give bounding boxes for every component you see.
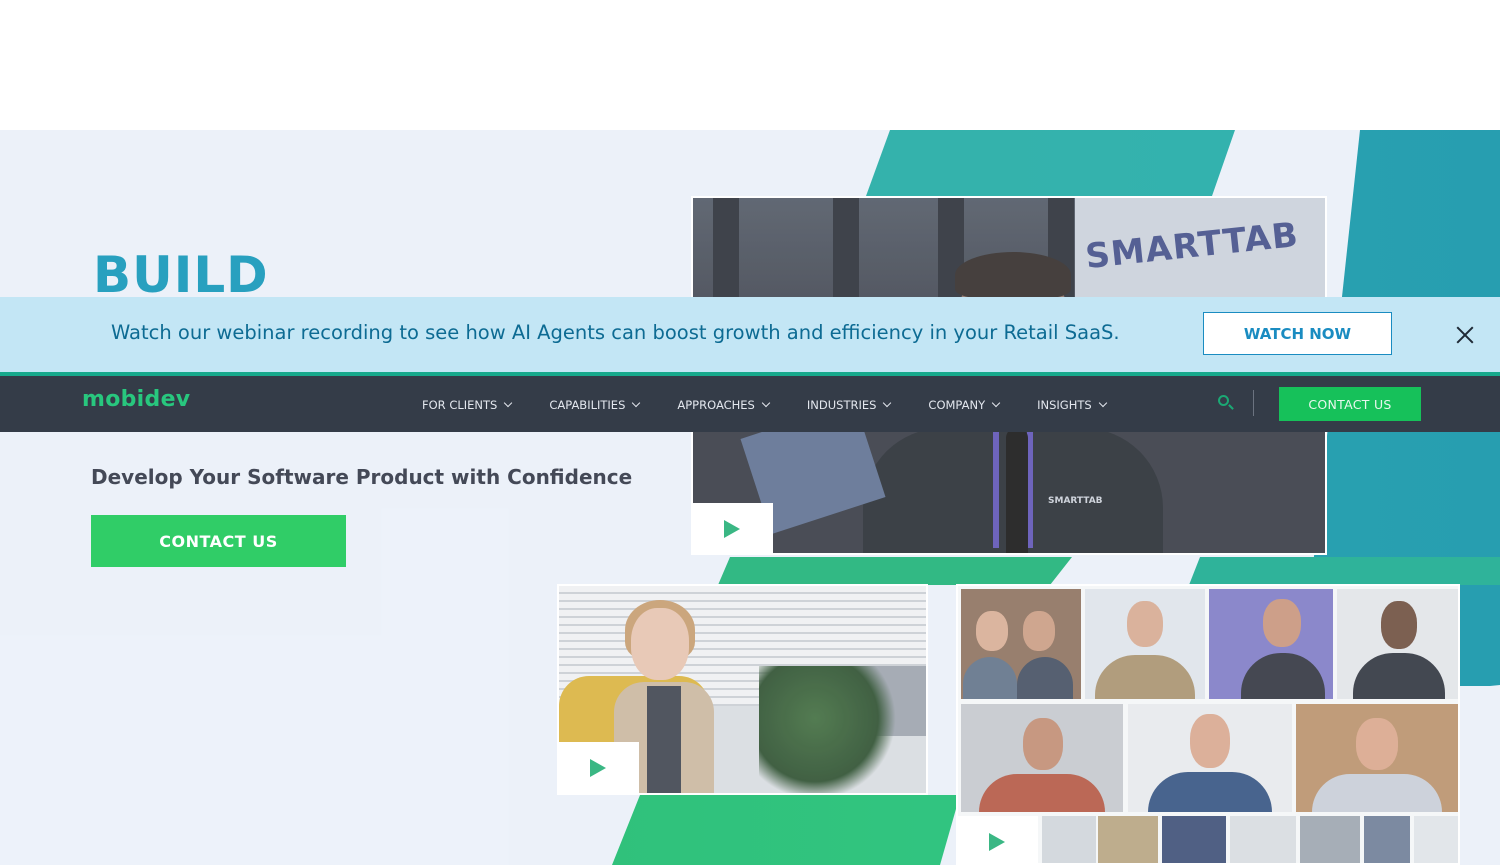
testimonial-photo: [1337, 589, 1458, 699]
nav-contact-button[interactable]: CONTACT US: [1279, 387, 1421, 421]
search-icon[interactable]: [1218, 395, 1234, 411]
chevron-down-icon: [761, 398, 771, 408]
testimonial-photo: [961, 704, 1123, 812]
testimonial-photo: [1162, 816, 1226, 863]
chevron-down-icon: [883, 398, 892, 408]
play-icon: [724, 520, 740, 538]
video-testimonials-thumbnail[interactable]: [956, 584, 1460, 865]
video-interview-thumbnail[interactable]: [557, 584, 928, 795]
play-button[interactable]: [693, 503, 773, 553]
banner-text: Watch our webinar recording to see how A…: [111, 321, 1120, 344]
testimonial-photo: [1209, 589, 1333, 699]
nav-item-insights[interactable]: INSIGHTS: [1037, 398, 1107, 412]
hero-title: BUILD: [93, 246, 269, 304]
nav-divider: [1253, 390, 1254, 416]
page: BUILD Develop Your Software Product with…: [0, 0, 1500, 865]
testimonial-photo: [1085, 589, 1205, 699]
nav-item-for-clients[interactable]: FOR CLIENTS: [422, 398, 513, 412]
shirt-logo: SMARTTAB: [1048, 496, 1103, 506]
hero-contact-button[interactable]: CONTACT US: [91, 515, 346, 567]
testimonial-photo: [1128, 704, 1292, 812]
microphone: [1006, 428, 1028, 553]
plant-image: [759, 666, 899, 793]
announcement-banner: Watch our webinar recording to see how A…: [0, 297, 1500, 372]
chevron-down-icon: [504, 398, 513, 408]
watch-now-button[interactable]: WATCH NOW: [1203, 312, 1392, 355]
chevron-down-icon: [991, 398, 1001, 408]
close-icon[interactable]: [1455, 325, 1475, 345]
chevron-down-icon: [632, 398, 641, 408]
hero-section: BUILD Develop Your Software Product with…: [0, 130, 1500, 865]
nav-item-approaches[interactable]: APPROACHES: [677, 398, 771, 412]
testimonial-photo: [1296, 704, 1458, 812]
testimonial-photo: [1364, 816, 1410, 863]
play-icon: [590, 759, 606, 777]
hero-subtitle: Develop Your Software Product with Confi…: [91, 465, 633, 489]
testimonial-photo: [1098, 816, 1158, 863]
play-button[interactable]: [559, 742, 639, 793]
testimonial-photo: [1042, 816, 1096, 863]
nav-item-industries[interactable]: INDUSTRIES: [807, 398, 892, 412]
chevron-down-icon: [1098, 398, 1107, 408]
testimonial-photo: [961, 589, 1081, 699]
mobidev-logo[interactable]: mobidev: [82, 387, 190, 412]
play-icon: [989, 833, 1005, 851]
main-navbar: mobidev FOR CLIENTS CAPABILITIES APPROAC…: [0, 372, 1500, 432]
nav-item-capabilities[interactable]: CAPABILITIES: [549, 398, 641, 412]
play-button[interactable]: [958, 816, 1038, 863]
nav-item-company[interactable]: COMPANY: [928, 398, 1001, 412]
nav-menu: FOR CLIENTS CAPABILITIES APPROACHES INDU…: [422, 398, 1144, 412]
testimonial-photo: [1300, 816, 1360, 863]
testimonial-photo: [1230, 816, 1296, 863]
testimonial-photo: [1414, 816, 1458, 863]
